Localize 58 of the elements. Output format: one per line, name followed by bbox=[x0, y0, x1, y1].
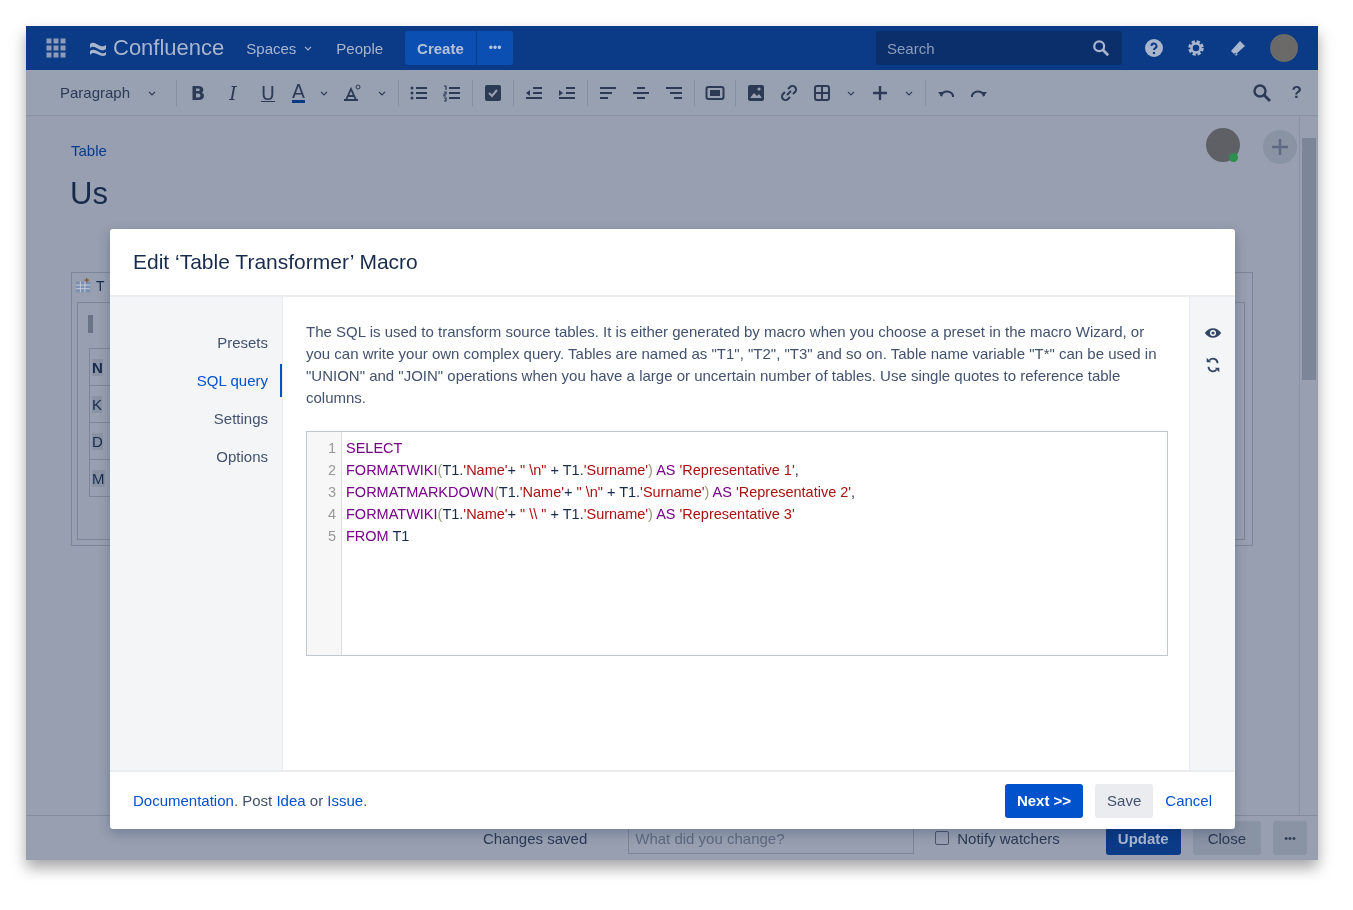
text-cursor-marker bbox=[88, 315, 93, 333]
cancel-link[interactable]: Cancel bbox=[1165, 783, 1212, 818]
breadcrumb-link[interactable]: Table bbox=[71, 142, 107, 159]
bold-button[interactable]: B bbox=[187, 81, 210, 104]
line-number: 4 bbox=[326, 505, 337, 524]
footer-link[interactable]: Issue bbox=[327, 792, 364, 809]
help-icon[interactable] bbox=[1144, 38, 1164, 58]
table-icon[interactable] bbox=[812, 82, 833, 103]
scrollbar-thumb[interactable] bbox=[1302, 138, 1316, 380]
search-icon[interactable] bbox=[1251, 82, 1272, 103]
next-button[interactable]: Next >> bbox=[1004, 783, 1084, 818]
line-number: 5 bbox=[326, 527, 337, 546]
table-macro-icon bbox=[75, 277, 93, 295]
sidebar-tab[interactable]: SQL query bbox=[110, 364, 282, 397]
search-icon[interactable] bbox=[1092, 39, 1110, 57]
help-button[interactable]: ? bbox=[1291, 82, 1302, 103]
save-status: Changes saved bbox=[483, 829, 588, 847]
italic-button[interactable]: I bbox=[222, 81, 245, 104]
dialog-title: Edit ‘Table Transformer’ Macro bbox=[133, 250, 418, 274]
line-number: 1 bbox=[326, 439, 337, 458]
create-button[interactable]: Create bbox=[405, 31, 476, 65]
code-line: FROM T1 bbox=[346, 527, 411, 546]
code-line: FORMATMARKDOWN(T1.'Name'+ " \n" + T1.'Surname') AS 'Representative 2', bbox=[346, 483, 857, 502]
link-icon[interactable] bbox=[779, 82, 800, 103]
line-number: 3 bbox=[326, 483, 337, 502]
more-button[interactable]: ••• bbox=[475, 31, 514, 65]
image-icon[interactable] bbox=[746, 82, 767, 103]
presence-dot bbox=[1229, 153, 1238, 162]
footer-link[interactable]: Documentation bbox=[133, 792, 234, 809]
app-grid-icon[interactable] bbox=[46, 38, 66, 58]
plus-icon bbox=[1270, 137, 1290, 157]
checkbox-icon[interactable] bbox=[483, 82, 504, 103]
code-line: FORMATWIKI(T1.'Name'+ " \\ " + T1.'Surname') AS 'Representative 3' bbox=[346, 505, 796, 524]
scrollbar[interactable] bbox=[1299, 116, 1318, 815]
nav-menu-item[interactable]: People bbox=[336, 39, 384, 57]
underline-button[interactable]: U bbox=[257, 81, 280, 104]
code-line: FORMATWIKI(T1.'Name'+ " \n" + T1.'Surname') AS 'Representative 1', bbox=[346, 461, 800, 480]
app-name[interactable]: Confluence bbox=[113, 35, 225, 61]
macro-title: T bbox=[96, 278, 105, 294]
clear-format-icon[interactable] bbox=[343, 82, 364, 103]
collaborator-avatar bbox=[1206, 128, 1240, 162]
nav-menu-item[interactable]: Spaces bbox=[246, 39, 315, 57]
save-button[interactable]: Save bbox=[1095, 783, 1154, 818]
numbered-list-icon[interactable] bbox=[442, 82, 463, 103]
notify-label: Notify watchers bbox=[957, 829, 1060, 847]
settings-icon[interactable] bbox=[1186, 38, 1206, 58]
code-editor[interactable] bbox=[306, 431, 1168, 656]
footer-link[interactable]: Idea bbox=[276, 792, 306, 809]
notify-checkbox[interactable] bbox=[935, 831, 950, 845]
text-color-button[interactable]: A bbox=[292, 82, 306, 103]
more-button[interactable]: ••• bbox=[1273, 821, 1307, 855]
description-text: The SQL is used to transform source tables. It is either generated by macro when you choose a preset in the macro Wizard, or you can write your own complex query. Tables are named as "T1", "T2", "T3" and so on. Table name variable "T*" can be used in "UNION" and "JOIN" operations when you have a large or uncertain number of tables. Use single quotes to reference table columns. bbox=[306, 322, 1158, 408]
code-line: SELECT bbox=[346, 439, 404, 458]
paragraph-style-dropdown[interactable]: Paragraph bbox=[60, 84, 167, 101]
line-number: 2 bbox=[326, 461, 337, 480]
page-title: Us bbox=[70, 176, 108, 212]
search-field[interactable]: Search bbox=[876, 31, 1122, 65]
footer-note: Documentation. Post Idea or Issue. bbox=[133, 792, 368, 809]
